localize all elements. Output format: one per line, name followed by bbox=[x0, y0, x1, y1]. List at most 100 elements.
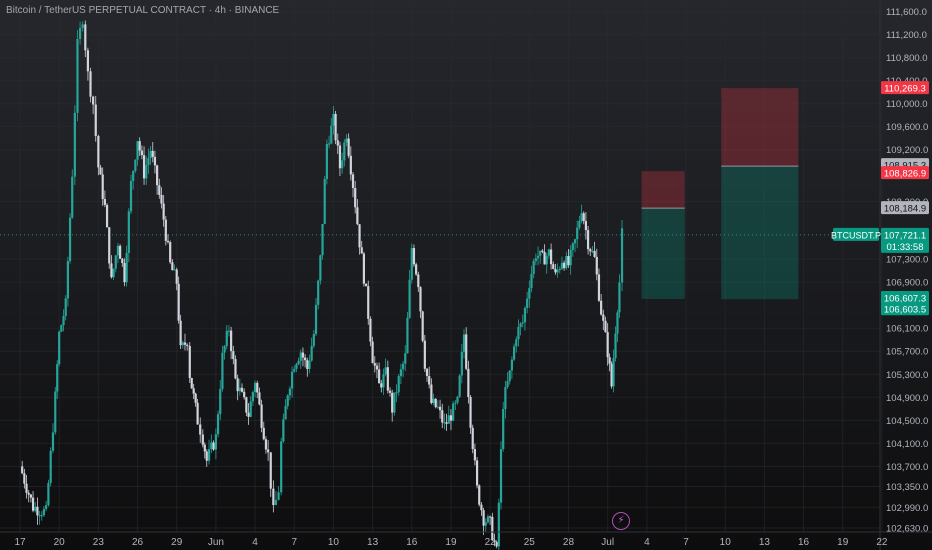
candle-body bbox=[29, 494, 32, 498]
candle-body bbox=[116, 245, 120, 256]
candle-body bbox=[97, 135, 100, 168]
candle-body bbox=[604, 320, 607, 333]
candle-body bbox=[547, 249, 551, 256]
candle-body bbox=[345, 138, 348, 143]
candle-body bbox=[203, 444, 206, 452]
candle-body bbox=[219, 388, 222, 415]
candle-body bbox=[349, 155, 352, 175]
candle-body bbox=[573, 239, 577, 244]
y-tick-label: 105,700.0 bbox=[886, 347, 928, 358]
candle-body bbox=[358, 224, 361, 248]
candle-body bbox=[34, 506, 37, 511]
candle-body bbox=[132, 170, 135, 181]
candle-body bbox=[127, 211, 130, 254]
candle-body bbox=[201, 434, 204, 445]
short-position-2-stop-zone bbox=[721, 88, 799, 167]
candle-body bbox=[186, 344, 189, 346]
y-tick-label: 107,300.0 bbox=[886, 255, 928, 266]
candle-body bbox=[456, 396, 459, 403]
candle-body bbox=[610, 363, 613, 387]
candle-body bbox=[497, 502, 500, 547]
y-tick-label: 110,000.0 bbox=[886, 99, 928, 110]
candle-body bbox=[367, 286, 370, 319]
candle-body bbox=[441, 410, 444, 423]
candle-body bbox=[277, 492, 280, 500]
candle-body bbox=[27, 492, 30, 495]
candle-body bbox=[212, 442, 215, 450]
candle-body bbox=[162, 203, 165, 220]
candle-body bbox=[515, 339, 518, 347]
candle-body bbox=[410, 248, 413, 280]
candle-body bbox=[54, 391, 57, 433]
candle-body bbox=[119, 245, 122, 259]
candle-body bbox=[608, 357, 611, 364]
candle-body bbox=[190, 377, 193, 389]
candle-body bbox=[443, 422, 446, 424]
candle-body bbox=[386, 367, 389, 391]
candle-body bbox=[234, 359, 237, 379]
candle-body bbox=[391, 392, 394, 413]
candle-body bbox=[221, 352, 224, 389]
x-tick-label: 22 bbox=[485, 537, 497, 548]
last-price-value: 107,721.1 bbox=[884, 230, 926, 241]
candle-body bbox=[421, 311, 424, 341]
candle-body bbox=[153, 156, 157, 166]
bolt-icon[interactable]: ⚡ bbox=[612, 512, 630, 530]
x-tick-label: 10 bbox=[720, 537, 732, 548]
candle-body bbox=[232, 351, 235, 360]
candle-body bbox=[432, 398, 435, 404]
candle-body bbox=[110, 263, 113, 278]
candle-body bbox=[484, 522, 487, 526]
candle-body bbox=[419, 287, 422, 312]
candle-body bbox=[502, 409, 505, 450]
candle-body bbox=[236, 378, 239, 392]
candle-body bbox=[312, 334, 315, 347]
candle-body bbox=[554, 268, 557, 273]
candle-body bbox=[582, 213, 585, 222]
candle-body bbox=[214, 434, 217, 450]
candle-body bbox=[78, 27, 82, 40]
candle-body bbox=[399, 369, 402, 377]
candle-body bbox=[362, 253, 365, 284]
candle-body bbox=[251, 392, 254, 402]
candle-body bbox=[297, 360, 300, 365]
candle-body bbox=[306, 360, 309, 370]
candle-body bbox=[462, 334, 466, 352]
candle-body bbox=[447, 415, 450, 424]
candle-body bbox=[552, 264, 555, 269]
candle-body bbox=[196, 402, 199, 425]
short-position-1-target-zone bbox=[641, 208, 685, 299]
candle-body bbox=[64, 298, 67, 317]
candle-body bbox=[42, 508, 46, 516]
candle-body bbox=[616, 312, 619, 334]
candle-body bbox=[425, 368, 429, 377]
candle-body bbox=[245, 397, 248, 413]
candle-body bbox=[264, 439, 268, 450]
candle-body bbox=[145, 165, 148, 179]
x-tick-label: 19 bbox=[837, 537, 849, 548]
candle-body bbox=[230, 330, 233, 352]
candle-body bbox=[262, 427, 265, 440]
candle-body bbox=[452, 403, 455, 421]
candle-body bbox=[238, 387, 241, 392]
candle-body bbox=[56, 364, 59, 392]
candle-body bbox=[47, 482, 50, 506]
candle-body bbox=[569, 249, 572, 266]
candle-body bbox=[282, 419, 285, 442]
candle-body bbox=[458, 375, 461, 397]
x-tick-label: 20 bbox=[54, 537, 66, 548]
y-tick-label: 103,700.0 bbox=[886, 462, 928, 473]
candle-body bbox=[38, 515, 41, 517]
candle-body bbox=[597, 274, 601, 301]
candle-body bbox=[378, 369, 381, 384]
candle-body bbox=[580, 213, 583, 222]
candle-body bbox=[404, 353, 407, 364]
x-tick-label: 23 bbox=[93, 537, 105, 548]
candle-body bbox=[512, 346, 516, 360]
price-chart[interactable]: 111,600.0111,200.0110,800.0110,400.0110,… bbox=[0, 0, 932, 550]
candle-body bbox=[258, 392, 261, 405]
candle-body bbox=[510, 359, 514, 371]
candle-body bbox=[423, 340, 426, 369]
candle-body bbox=[323, 178, 326, 224]
chart-root[interactable]: 111,600.0111,200.0110,800.0110,400.0110,… bbox=[0, 0, 932, 550]
